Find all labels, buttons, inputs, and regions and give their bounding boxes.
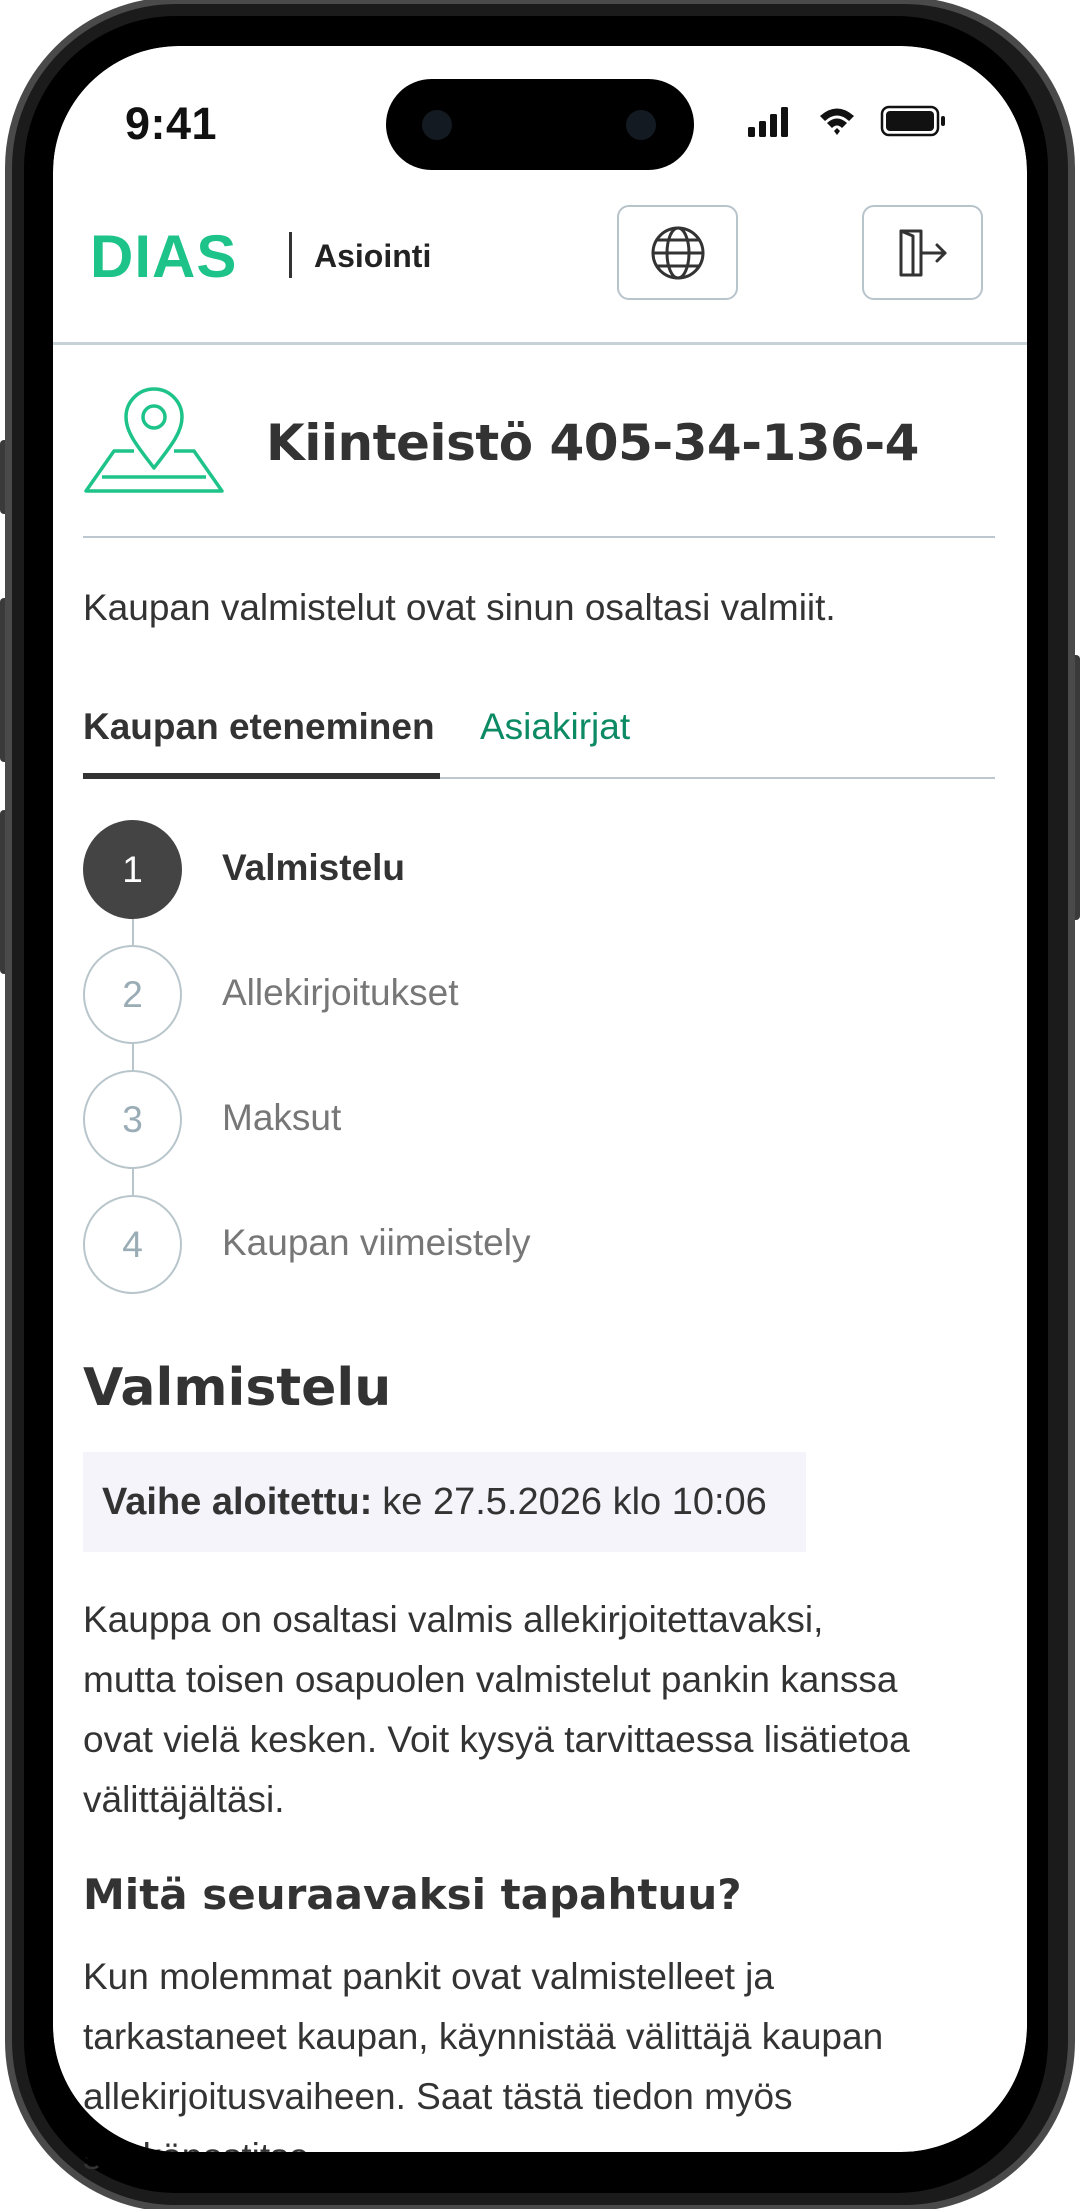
brand-subtitle: Asiointi	[314, 238, 432, 274]
globe-icon	[651, 226, 704, 279]
brand-logo[interactable]: DIAS	[90, 222, 237, 291]
description-line: välittäjältäsi.	[83, 1779, 285, 1820]
face-id-sensor	[626, 110, 656, 140]
step-label-4: Kaupan viimeistely	[222, 1222, 531, 1263]
next-steps-title: Mitä seuraavaksi tapahtuu?	[83, 1870, 742, 1919]
location-pin-map-icon	[84, 387, 224, 493]
title-divider	[83, 536, 995, 538]
next-line: tarkastaneet kaupan, käynnistää välittäj…	[83, 2016, 884, 2057]
brand-divider	[289, 232, 292, 278]
status-time: 9:41	[125, 98, 218, 149]
language-button[interactable]	[617, 205, 738, 300]
description-line: Kauppa on osaltasi valmis allekirjoitett…	[83, 1599, 824, 1640]
description-line: mutta toisen osapuolen valmistelut panki…	[83, 1659, 898, 1700]
step-number-2: 2	[83, 945, 182, 1044]
description-line: ovat vielä kesken. Voit kysyä tarvittaes…	[83, 1719, 910, 1760]
section-description: Kauppa on osaltasi valmis allekirjoitett…	[83, 1590, 1013, 1830]
step-connector	[132, 1043, 134, 1070]
section-title: Valmistelu	[83, 1358, 392, 1418]
step-number-1: 1	[83, 820, 182, 919]
phase-value: ke 27.5.2026 klo 10:06	[382, 1480, 767, 1523]
phase-started-box: Vaihe aloitettu: ke 27.5.2026 klo 10:06	[83, 1452, 806, 1552]
active-tab-indicator	[83, 773, 440, 779]
logout-button[interactable]	[862, 205, 983, 300]
logout-door-icon	[899, 229, 946, 276]
status-icons	[748, 105, 945, 137]
screen	[53, 46, 1027, 2152]
step-label-3: Maksut	[222, 1097, 342, 1138]
step-label-2: Allekirjoitukset	[222, 972, 459, 1013]
next-line: Kun molemmat pankit ovat valmistelleet j…	[83, 1956, 774, 1997]
step-number-4: 4	[83, 1195, 182, 1294]
next-steps-text: Kun molemmat pankit ovat valmistelleet j…	[83, 1947, 1013, 2187]
status-intro-text: Kaupan valmistelut ovat sinun osaltasi v…	[83, 587, 836, 628]
next-line: sähköpostitse.	[83, 2136, 320, 2177]
property-title: Kiinteistö 405-34-136-4	[266, 414, 919, 472]
step-connector	[132, 918, 134, 945]
next-line: allekirjoitusvaiheen. Saat tästä tiedon …	[83, 2076, 793, 2117]
front-camera	[422, 110, 452, 140]
phase-label: Vaihe aloitettu:	[102, 1480, 373, 1523]
tab-progress[interactable]: Kaupan eteneminen	[83, 706, 435, 748]
cellular-signal-icon	[748, 107, 788, 137]
dynamic-island	[386, 79, 694, 170]
step-label-1: Valmistelu	[222, 847, 406, 888]
tab-documents[interactable]: Asiakirjat	[480, 706, 630, 748]
header-divider	[53, 342, 1027, 345]
wifi-icon	[820, 108, 854, 135]
step-number-3: 3	[83, 1070, 182, 1169]
step-connector	[132, 1168, 134, 1195]
battery-icon	[880, 105, 945, 137]
